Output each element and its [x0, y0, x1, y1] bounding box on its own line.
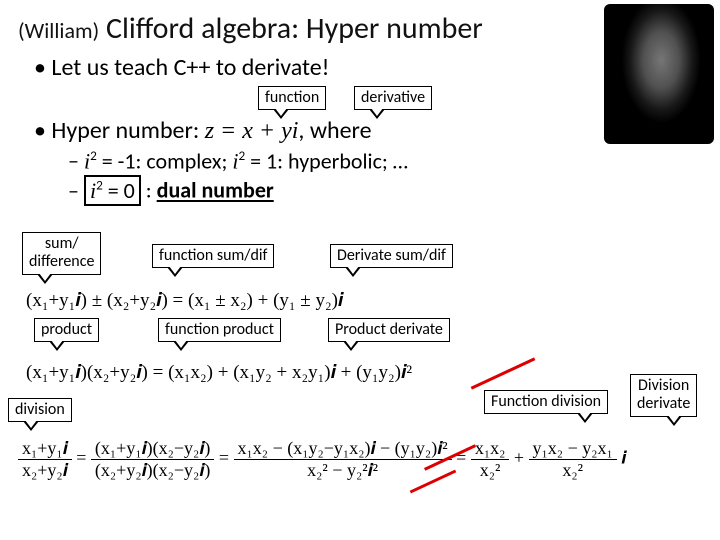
portrait-image	[604, 4, 714, 144]
main-bullets-2: Hyper number: z = x + yi, where i2 = -1:…	[34, 116, 702, 204]
callout-func-product: function product	[158, 318, 281, 342]
callout-deriv-sumdif: Derivate sum/dif	[330, 244, 453, 268]
title-prefix: (William)	[18, 17, 99, 44]
equation-product: (x₁+y₁𝒊)(x₂+y₂𝒊) = (x₁x₂) + (x₁y₂ + x₂y₁…	[26, 362, 412, 384]
title-main: Clifford algebra: Hyper number	[106, 10, 483, 47]
callout-prod-derivate: Product derivate	[328, 318, 450, 342]
callout-division: division	[8, 398, 72, 422]
callout-derivative: derivative	[354, 86, 432, 110]
bullet-2: Hyper number: z = x + yi, where i2 = -1:…	[34, 116, 702, 204]
sub-1: i2 = -1: complex; i2 = 1: hyperbolic; …	[68, 147, 702, 174]
main-bullets: Let us teach C++ to derivate!	[34, 53, 702, 82]
callout-sumdiff: sum/ difference	[22, 232, 101, 275]
callout-function: function	[258, 86, 326, 110]
equation-sum: (x₁+y₁𝒊) ± (x₂+y₂𝒊) = (x₁ ± x₂) + (y₁ ± …	[26, 290, 343, 312]
sub-bullets: i2 = -1: complex; i2 = 1: hyperbolic; … …	[68, 147, 702, 204]
callout-func-sumdif: function sum/dif	[152, 244, 274, 268]
hyper-eq: z = x + yi	[205, 118, 299, 144]
callout-func-division: Function division	[484, 390, 608, 414]
bullet-1: Let us teach C++ to derivate!	[34, 53, 702, 82]
sub-2: i2 = 0 : dual number	[68, 176, 702, 203]
callout-product: product	[34, 318, 99, 342]
equation-division: x₁+y₁𝒊x₂+y₂𝒊 = (x₁+y₁𝒊)(x₂−y₂𝒊)(x₂+y₂𝒊)(…	[18, 438, 626, 481]
strike-prod	[471, 357, 536, 389]
slide-title: (William) Clifford algebra: Hyper number	[18, 10, 702, 47]
callout-div-derivate: Division derivate	[630, 374, 697, 417]
